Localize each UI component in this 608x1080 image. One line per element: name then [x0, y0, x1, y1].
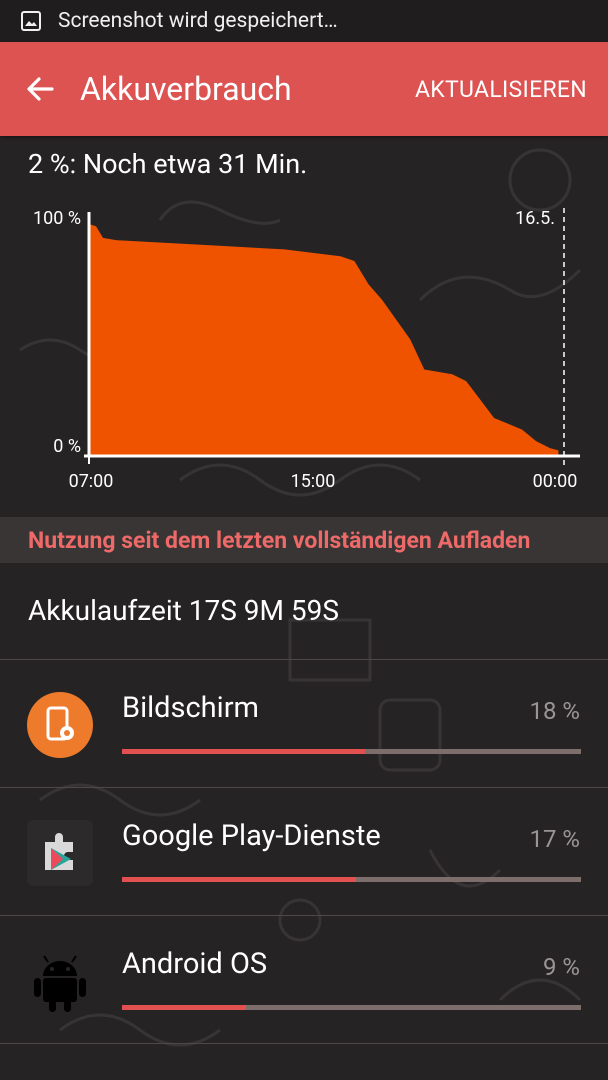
- usage-bar: [122, 877, 581, 882]
- battery-runtime: Akkulaufzeit 17S 9M 59S: [28, 594, 339, 627]
- google-play-services-icon: [27, 820, 93, 886]
- app-row-google-play-services[interactable]: Google Play-Dienste 17 %: [0, 787, 608, 915]
- usage-section-header: Nutzung seit dem letzten vollständigen A…: [0, 517, 608, 563]
- back-button[interactable]: [12, 61, 68, 117]
- usage-bar: [122, 749, 581, 754]
- y-label-top: 100 %: [33, 208, 81, 229]
- x-tick-label-0000: 00:00: [533, 471, 578, 492]
- date-marker: 16.5.: [515, 208, 555, 229]
- app-percent: 17 %: [529, 825, 580, 853]
- usage-bar-fill: [122, 1005, 246, 1010]
- battery-chart[interactable]: 100 % 0 % 16.5. 07:00 15:00 00:00: [0, 196, 608, 496]
- notification-text: Screenshot wird gespeichert…: [58, 9, 338, 33]
- app-percent: 18 %: [529, 697, 580, 725]
- battery-level-area: [89, 224, 559, 455]
- page-title: Akkuverbrauch: [80, 70, 292, 108]
- app-bar: Akkuverbrauch AKTUALISIEREN: [0, 42, 608, 136]
- app-percent: 9 %: [542, 953, 580, 981]
- status-bar: Screenshot wird gespeichert…: [0, 0, 608, 42]
- refresh-button[interactable]: AKTUALISIEREN: [415, 76, 587, 103]
- image-icon: [21, 11, 41, 31]
- usage-bar-fill: [122, 877, 357, 882]
- usage-header-label: Nutzung seit dem letzten vollständigen A…: [28, 526, 531, 554]
- divider: [0, 1043, 608, 1044]
- arrow-back-icon: [27, 77, 54, 101]
- battery-remaining: 2 %: Noch etwa 31 Min.: [28, 148, 308, 180]
- y-label-bottom: 0 %: [53, 436, 81, 457]
- display-icon: [27, 692, 93, 758]
- x-tick-label-1500: 15:00: [291, 471, 336, 492]
- usage-bar: [122, 1005, 581, 1010]
- app-name: Android OS: [122, 947, 268, 981]
- usage-bar-fill: [122, 749, 366, 754]
- x-tick-label-0700: 07:00: [69, 471, 114, 492]
- app-name: Google Play-Dienste: [122, 819, 381, 853]
- app-row-bildschirm[interactable]: Bildschirm 18 %: [0, 659, 608, 787]
- app-name: Bildschirm: [122, 691, 259, 725]
- app-row-android-os[interactable]: Android OS 9 %: [0, 915, 608, 1043]
- android-icon: [34, 955, 86, 1012]
